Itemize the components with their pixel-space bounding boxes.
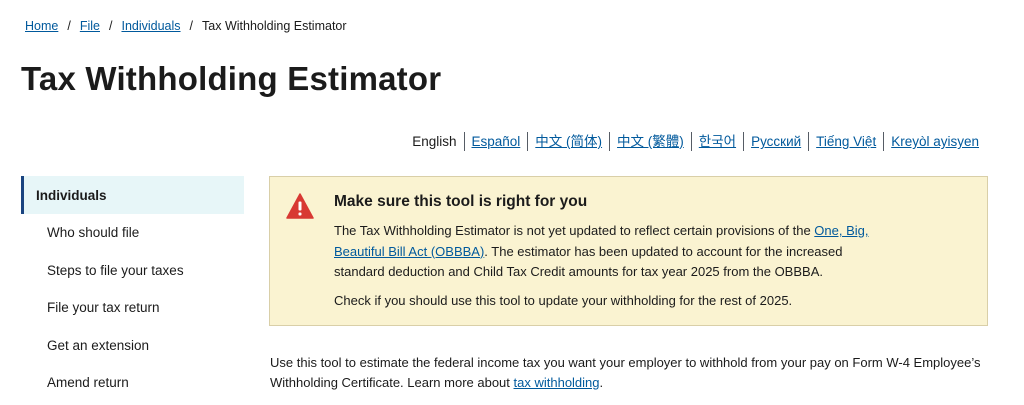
- language-english: English: [412, 134, 457, 149]
- alert-text: The Tax Withholding Estimator is not yet…: [334, 223, 815, 238]
- warning-triangle-icon: [286, 193, 314, 219]
- page-title: Tax Withholding Estimator: [21, 60, 442, 97]
- breadcrumb-separator: /: [189, 19, 194, 33]
- language-russian-link[interactable]: Русский: [743, 132, 808, 151]
- side-navigation: Individuals Who should file Steps to fil…: [21, 176, 244, 402]
- breadcrumb-individuals-link[interactable]: Individuals: [121, 19, 180, 33]
- sidenav-item-steps-to-file[interactable]: Steps to file your taxes: [21, 252, 244, 290]
- breadcrumb-current: Tax Withholding Estimator: [202, 19, 347, 33]
- language-espanol-link[interactable]: Español: [463, 132, 528, 151]
- sidenav-item-who-should-file[interactable]: Who should file: [21, 214, 244, 252]
- warning-alert: Make sure this tool is right for you The…: [269, 176, 988, 326]
- sidenav-item-amend-return[interactable]: Amend return: [21, 364, 244, 402]
- sidenav-item-get-extension[interactable]: Get an extension: [21, 327, 244, 365]
- language-vietnamese-link[interactable]: Tiếng Việt: [808, 132, 883, 151]
- intro-paragraph: Use this tool to estimate the federal in…: [270, 353, 990, 393]
- breadcrumb-home-link[interactable]: Home: [25, 19, 58, 33]
- breadcrumb-separator: /: [108, 19, 113, 33]
- language-korean-link[interactable]: 한국어: [690, 132, 743, 151]
- breadcrumb-file-link[interactable]: File: [80, 19, 100, 33]
- language-haitian-creole-link[interactable]: Kreyòl ayisyen: [883, 132, 986, 151]
- alert-body: The Tax Withholding Estimator is not yet…: [334, 221, 894, 319]
- intro-text: Use this tool to estimate the federal in…: [270, 355, 981, 390]
- language-chinese-simplified-link[interactable]: 中文 (简体): [527, 132, 609, 151]
- breadcrumb-separator: /: [67, 19, 71, 33]
- alert-paragraph-check: Check if you should use this tool to upd…: [334, 292, 793, 308]
- tax-withholding-link[interactable]: tax withholding: [514, 375, 600, 390]
- breadcrumb: Home / File / Individuals / Tax Withhold…: [25, 19, 347, 33]
- language-chinese-traditional-link[interactable]: 中文 (繁體): [609, 132, 691, 151]
- alert-paragraph: The Tax Withholding Estimator is not yet…: [334, 221, 894, 283]
- intro-text-end: .: [599, 375, 604, 390]
- sidenav-item-individuals[interactable]: Individuals: [21, 176, 244, 214]
- sidenav-item-file-tax-return[interactable]: File your tax return: [21, 289, 244, 327]
- alert-heading: Make sure this tool is right for you: [334, 193, 588, 210]
- language-selector: English Español 中文 (简体) 中文 (繁體) 한국어 Русс…: [412, 132, 986, 151]
